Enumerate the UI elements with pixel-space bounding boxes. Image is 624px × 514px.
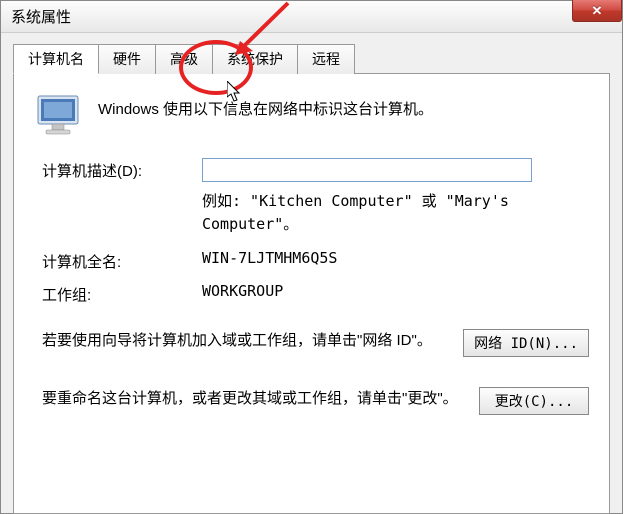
workgroup-value: WORKGROUP: [202, 282, 589, 300]
desc-label: 计算机描述(D):: [42, 158, 202, 181]
change-text: 要重命名这台计算机，或者更改其域或工作组，请单击"更改"。: [42, 387, 467, 411]
tab-hardware[interactable]: 硬件: [98, 44, 156, 74]
system-properties-window: 系统属性 ✕ 计算机名 硬件 高级 系统保护 远程 Windows 使用以下信息…: [0, 0, 623, 514]
tab-advanced[interactable]: 高级: [155, 44, 213, 74]
workgroup-label: 工作组:: [42, 282, 202, 305]
network-id-section: 若要使用向导将计算机加入域或工作组，请单击"网络 ID"。 网络 ID(N)..…: [42, 329, 589, 357]
content-area: 计算机名 硬件 高级 系统保护 远程 Windows 使用以下信息在网络中标识这…: [1, 33, 622, 513]
tab-system-protection[interactable]: 系统保护: [212, 44, 298, 74]
tab-bar: 计算机名 硬件 高级 系统保护 远程: [13, 43, 610, 74]
tab-panel-computer-name: Windows 使用以下信息在网络中标识这台计算机。 计算机描述(D): 例如:…: [13, 74, 610, 514]
window-title: 系统属性: [11, 6, 71, 27]
desc-example: 例如: "Kitchen Computer" 或 "Mary's Compute…: [202, 190, 589, 235]
close-button[interactable]: ✕: [572, 0, 622, 22]
fullname-label: 计算机全名:: [42, 249, 202, 272]
network-id-text: 若要使用向导将计算机加入域或工作组，请单击"网络 ID"。: [42, 329, 451, 353]
workgroup-row: 工作组: WORKGROUP: [42, 282, 589, 305]
titlebar: 系统属性 ✕: [1, 1, 622, 33]
change-button[interactable]: 更改(C)...: [479, 387, 589, 415]
fullname-value: WIN-7LJTMHM6Q5S: [202, 249, 589, 267]
network-id-button[interactable]: 网络 ID(N)...: [463, 329, 589, 357]
form-area: 计算机描述(D): 例如: "Kitchen Computer" 或 "Mary…: [34, 158, 589, 415]
desc-row: 计算机描述(D): 例如: "Kitchen Computer" 或 "Mary…: [42, 158, 589, 235]
close-icon: ✕: [592, 3, 603, 19]
computer-icon: [34, 92, 84, 140]
tab-computer-name[interactable]: 计算机名: [13, 44, 99, 74]
intro-text: Windows 使用以下信息在网络中标识这台计算机。: [98, 92, 433, 119]
tab-remote[interactable]: 远程: [297, 44, 355, 74]
fullname-row: 计算机全名: WIN-7LJTMHM6Q5S: [42, 249, 589, 272]
intro-row: Windows 使用以下信息在网络中标识这台计算机。: [34, 92, 589, 140]
desc-input[interactable]: [202, 158, 532, 182]
change-section: 要重命名这台计算机，或者更改其域或工作组，请单击"更改"。 更改(C)...: [42, 387, 589, 415]
